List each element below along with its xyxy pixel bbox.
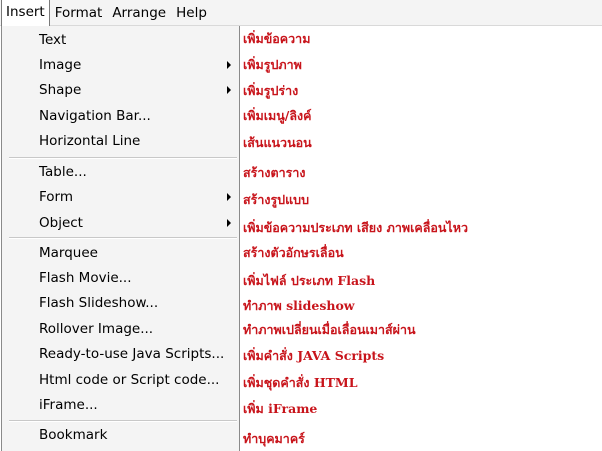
menu-item-navigation-bar[interactable]: Navigation Bar... bbox=[2, 105, 239, 127]
insert-dropdown-menu: Text Image Shape Navigation Bar... Horiz… bbox=[1, 26, 240, 451]
annotation-java-scripts: เพิ่มคำสั่ง JAVA Scripts bbox=[243, 348, 385, 363]
annotation-navigation-bar: เพิ่มเมนู/ลิงค์ bbox=[243, 108, 312, 123]
submenu-arrow-icon bbox=[227, 193, 231, 201]
menu-separator bbox=[9, 157, 237, 159]
menu-insert[interactable]: Insert bbox=[1, 0, 50, 26]
annotation-bookmark: ทำบุคมาคร์ bbox=[243, 431, 305, 446]
menu-item-label: Table... bbox=[39, 164, 87, 180]
annotation-horizontal-line: เส้นแนวนอน bbox=[243, 135, 312, 150]
annotation-shape: เพิ่มรูปร่าง bbox=[243, 83, 299, 98]
menu-item-label: Ready-to-use Java Scripts... bbox=[39, 346, 225, 362]
menu-item-label: Flash Movie... bbox=[39, 270, 132, 286]
menu-arrange[interactable]: Arrange bbox=[107, 0, 171, 26]
menu-item-label: Object bbox=[39, 215, 83, 231]
menu-item-iframe[interactable]: iFrame... bbox=[2, 394, 239, 416]
annotation-text: เพิ่มข้อความ bbox=[243, 31, 311, 46]
menu-item-marquee[interactable]: Marquee bbox=[2, 242, 239, 264]
submenu-arrow-icon bbox=[227, 219, 231, 227]
menu-item-shape[interactable]: Shape bbox=[2, 79, 239, 101]
menu-item-object[interactable]: Object bbox=[2, 212, 239, 234]
menu-item-label: Bookmark bbox=[39, 427, 108, 443]
menu-item-java-scripts[interactable]: Ready-to-use Java Scripts... bbox=[2, 343, 239, 365]
menu-separator bbox=[9, 237, 237, 239]
menu-item-label: Horizontal Line bbox=[39, 133, 141, 149]
annotation-table: สร้างตาราง bbox=[243, 165, 306, 180]
annotation-iframe: เพิ่ม iFrame bbox=[243, 401, 318, 416]
menu-item-label: Text bbox=[39, 32, 67, 48]
menu-item-label: Navigation Bar... bbox=[39, 108, 151, 124]
annotation-flash-movie: เพิ่มไฟล์ ประเภท Flash bbox=[243, 273, 376, 288]
annotation-form: สร้างรูปแบบ bbox=[243, 192, 310, 207]
menu-item-label: Shape bbox=[39, 82, 82, 98]
menu-item-label: Html code or Script code... bbox=[39, 372, 220, 388]
annotation-object: เพิ่มข้อความประเภท เสียง ภาพเคลื่อนไหว bbox=[243, 220, 468, 235]
menu-item-label: iFrame... bbox=[39, 397, 98, 413]
menu-item-label: Marquee bbox=[39, 245, 98, 261]
annotation-rollover-image: ทำภาพเปลี่ยนเมื่อเลื่อนเมาส์ผ่าน bbox=[243, 322, 416, 337]
menu-item-rollover-image[interactable]: Rollover Image... bbox=[2, 318, 239, 340]
menu-item-image[interactable]: Image bbox=[2, 54, 239, 76]
menu-item-label: Image bbox=[39, 57, 82, 73]
menu-item-bookmark[interactable]: Bookmark bbox=[2, 424, 239, 446]
annotation-html-code: เพิ่มชุดคำสั่ง HTML bbox=[243, 375, 358, 390]
menu-item-flash-slideshow[interactable]: Flash Slideshow... bbox=[2, 292, 239, 314]
annotation-flash-slideshow: ทำภาพ slideshow bbox=[243, 298, 355, 313]
menu-item-flash-movie[interactable]: Flash Movie... bbox=[2, 267, 239, 289]
annotation-image: เพิ่มรูปภาพ bbox=[243, 57, 302, 72]
menu-item-text[interactable]: Text bbox=[2, 29, 239, 51]
menu-item-table[interactable]: Table... bbox=[2, 161, 239, 183]
menu-item-label: Form bbox=[39, 189, 74, 205]
menu-bar: Insert Format Arrange Help bbox=[0, 0, 602, 26]
menu-item-form[interactable]: Form bbox=[2, 186, 239, 208]
menu-item-html-code[interactable]: Html code or Script code... bbox=[2, 369, 239, 391]
menu-item-label: Flash Slideshow... bbox=[39, 295, 159, 311]
menu-separator bbox=[9, 420, 237, 422]
menu-item-label: Rollover Image... bbox=[39, 321, 154, 337]
menu-help[interactable]: Help bbox=[171, 0, 212, 26]
submenu-arrow-icon bbox=[227, 86, 231, 94]
menu-item-horizontal-line[interactable]: Horizontal Line bbox=[2, 130, 239, 152]
submenu-arrow-icon bbox=[227, 61, 231, 69]
menu-format[interactable]: Format bbox=[50, 0, 108, 26]
annotation-marquee: สร้างตัวอักษรเลื่อน bbox=[243, 245, 344, 260]
